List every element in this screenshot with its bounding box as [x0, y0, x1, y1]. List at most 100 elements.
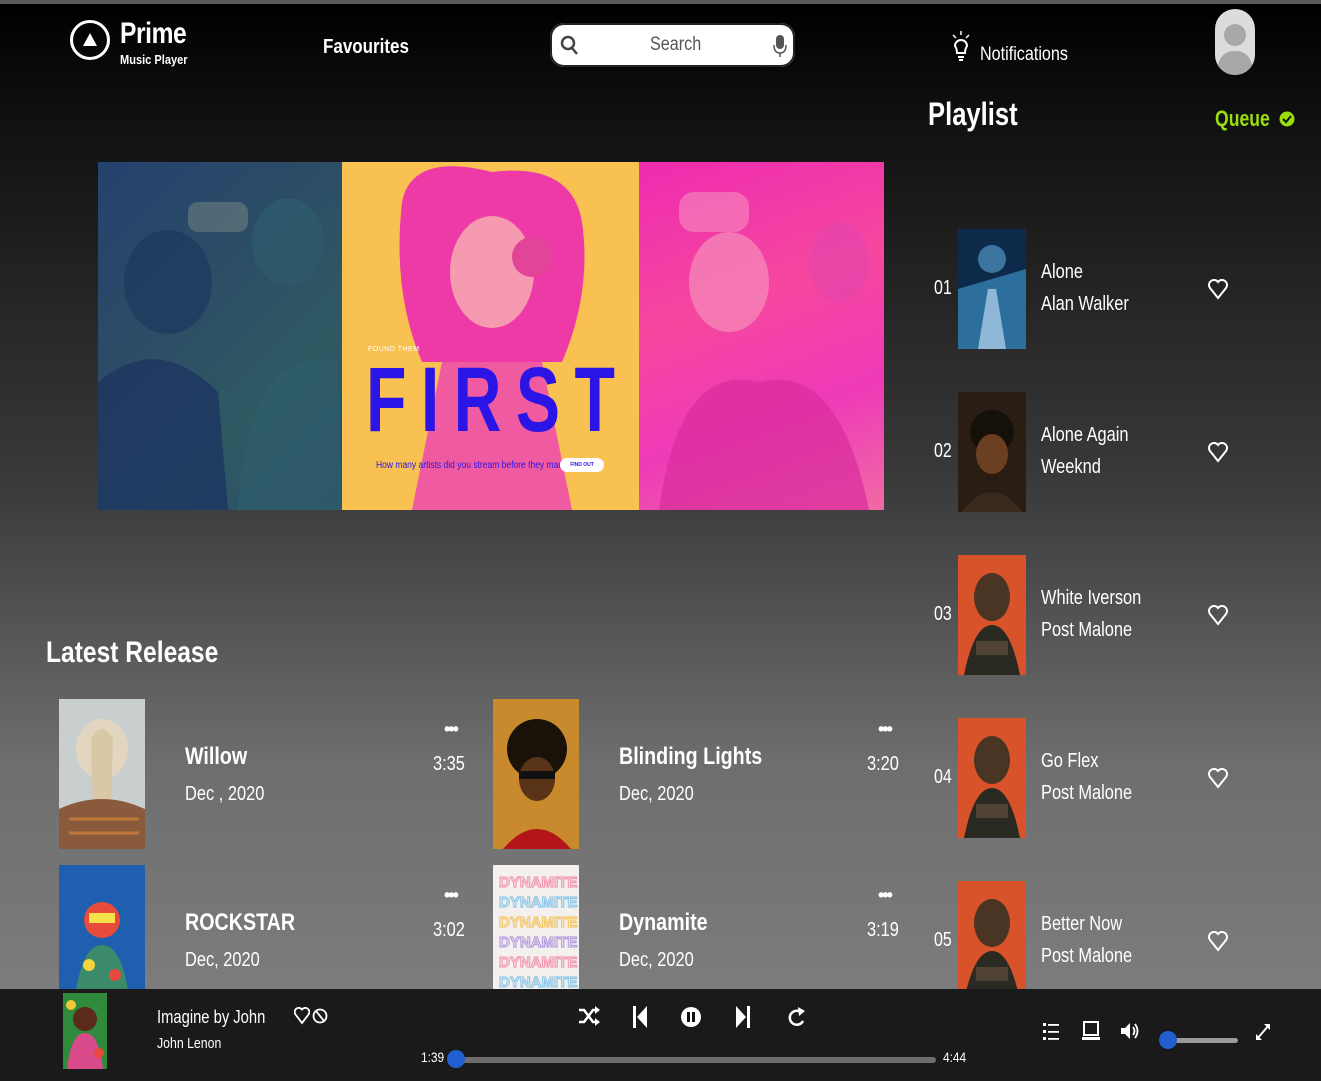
banner-image-center: FOUND THEM FIRST How many artists did yo…: [342, 162, 639, 510]
search-input[interactable]: Search: [650, 34, 701, 56]
track-art: [958, 229, 1026, 349]
volume-handle[interactable]: [1159, 1031, 1177, 1049]
track-art: [958, 718, 1026, 838]
logo-title: Prime: [120, 17, 187, 50]
track-artist: Post Malone: [1041, 619, 1133, 641]
release-card[interactable]: Willow Dec , 2020 ••• 3:35: [59, 699, 479, 849]
more-options-icon[interactable]: •••: [444, 719, 459, 740]
track-title: White Iverson: [1041, 587, 1142, 609]
playlist-item[interactable]: 03 White Iverson Post Malone: [930, 555, 1250, 679]
app-logo[interactable]: Prime Music Player: [70, 18, 201, 67]
elapsed-time: 1:39: [421, 1049, 445, 1065]
logo-subtitle: Music Player: [120, 52, 188, 67]
playlist-item[interactable]: 02 Alone Again Weeknd: [930, 392, 1250, 516]
progress-slider[interactable]: [447, 1050, 936, 1068]
release-date: Dec, 2020: [185, 949, 260, 971]
svg-text:DYNAMITE: DYNAMITE: [499, 954, 577, 971]
player-bar: Imagine by John John Lenon 1:39 4:44: [0, 989, 1321, 1081]
next-track-icon[interactable]: [735, 1003, 751, 1031]
microphone-icon[interactable]: [773, 34, 787, 58]
heart-icon[interactable]: [1208, 766, 1228, 790]
lightbulb-icon: [952, 31, 970, 61]
queue-label: Queue: [1215, 106, 1270, 131]
more-options-icon[interactable]: •••: [878, 719, 893, 740]
volume-icon[interactable]: [1120, 1021, 1140, 1041]
release-date: Dec, 2020: [619, 949, 694, 971]
banner-image-left: [98, 162, 342, 510]
notifications-label: Notifications: [980, 44, 1068, 65]
track-title: Alone: [1041, 261, 1083, 283]
check-circle-icon: [1279, 111, 1295, 127]
now-playing-artist: John Lenon: [157, 1035, 222, 1052]
total-time: 4:44: [943, 1049, 967, 1065]
queue-button[interactable]: Queue: [1215, 106, 1295, 132]
previous-track-icon[interactable]: [632, 1003, 648, 1031]
release-card[interactable]: Blinding Lights Dec, 2020 ••• 3:20: [493, 699, 913, 849]
track-title: Alone Again: [1041, 424, 1129, 446]
release-title: Dynamite: [619, 909, 708, 936]
now-playing-title: Imagine by John: [157, 1007, 266, 1027]
progress-handle[interactable]: [447, 1050, 465, 1068]
featured-banner[interactable]: FOUND THEM FIRST How many artists did yo…: [98, 162, 884, 510]
release-date: Dec, 2020: [619, 783, 694, 805]
track-title: Better Now: [1041, 913, 1123, 935]
volume-slider[interactable]: [1159, 1031, 1238, 1049]
track-artist: Post Malone: [1041, 782, 1133, 804]
svg-text:DYNAMITE: DYNAMITE: [499, 914, 577, 931]
heart-icon[interactable]: [1208, 929, 1228, 953]
track-art: [958, 555, 1026, 675]
album-art: [59, 699, 145, 849]
track-artist: Alan Walker: [1041, 293, 1129, 315]
fullscreen-icon[interactable]: [1255, 1023, 1271, 1041]
heart-icon[interactable]: [1208, 440, 1228, 464]
banner-image-right: [639, 162, 884, 510]
release-duration: 3:20: [867, 753, 899, 775]
track-artist: Post Malone: [1041, 945, 1133, 967]
device-icon[interactable]: [1082, 1021, 1100, 1041]
track-number: 03: [934, 603, 952, 625]
release-date: Dec , 2020: [185, 783, 265, 805]
play-logo-icon: [70, 20, 110, 60]
more-options-icon[interactable]: •••: [878, 885, 893, 906]
track-number: 01: [934, 277, 952, 299]
notifications-button[interactable]: Notifications: [952, 30, 1084, 66]
playlist-item[interactable]: 05 Better Now Post Malone: [930, 881, 1250, 989]
app-main: Prime Music Player Favourites Search Not…: [0, 4, 1321, 1015]
svg-text:DYNAMITE: DYNAMITE: [499, 934, 577, 951]
pause-icon[interactable]: [680, 1004, 702, 1030]
svg-text:DYNAMITE: DYNAMITE: [499, 894, 577, 911]
more-options-icon[interactable]: •••: [444, 885, 459, 906]
user-avatar[interactable]: [1215, 9, 1255, 75]
search-icon: [560, 35, 578, 55]
latest-release-heading: Latest Release: [46, 636, 219, 669]
svg-text:DYNAMITE: DYNAMITE: [499, 874, 577, 891]
release-title: Blinding Lights: [619, 743, 763, 770]
search-bar[interactable]: Search: [550, 23, 795, 67]
track-number: 05: [934, 929, 952, 951]
track-number: 04: [934, 766, 952, 788]
playlist-item[interactable]: 04 Go Flex Post Malone: [930, 718, 1250, 842]
release-title: ROCKSTAR: [185, 909, 296, 936]
repeat-icon[interactable]: [786, 1003, 806, 1031]
heart-icon[interactable]: [1208, 603, 1228, 627]
queue-list-icon[interactable]: [1043, 1021, 1059, 1041]
release-duration: 3:02: [433, 919, 465, 941]
release-duration: 3:19: [867, 919, 899, 941]
track-art: [958, 881, 1026, 989]
heart-icon[interactable]: [294, 1005, 310, 1027]
heart-icon[interactable]: [1208, 277, 1228, 301]
track-title: Go Flex: [1041, 750, 1099, 772]
nav-favourites[interactable]: Favourites: [323, 36, 409, 59]
release-duration: 3:35: [433, 753, 465, 775]
shuffle-icon[interactable]: [578, 1003, 600, 1029]
track-number: 02: [934, 440, 952, 462]
playlist-item[interactable]: 01 Alone Alan Walker: [930, 229, 1250, 353]
banner-find-out-button[interactable]: FIND OUT: [560, 458, 604, 472]
release-title: Willow: [185, 743, 248, 770]
banner-title: FIRST: [366, 349, 630, 451]
track-artist: Weeknd: [1041, 456, 1101, 478]
now-playing-art: [63, 993, 107, 1069]
playlist-heading: Playlist: [928, 96, 1018, 132]
track-art: [958, 392, 1026, 512]
block-icon[interactable]: [312, 1005, 328, 1027]
